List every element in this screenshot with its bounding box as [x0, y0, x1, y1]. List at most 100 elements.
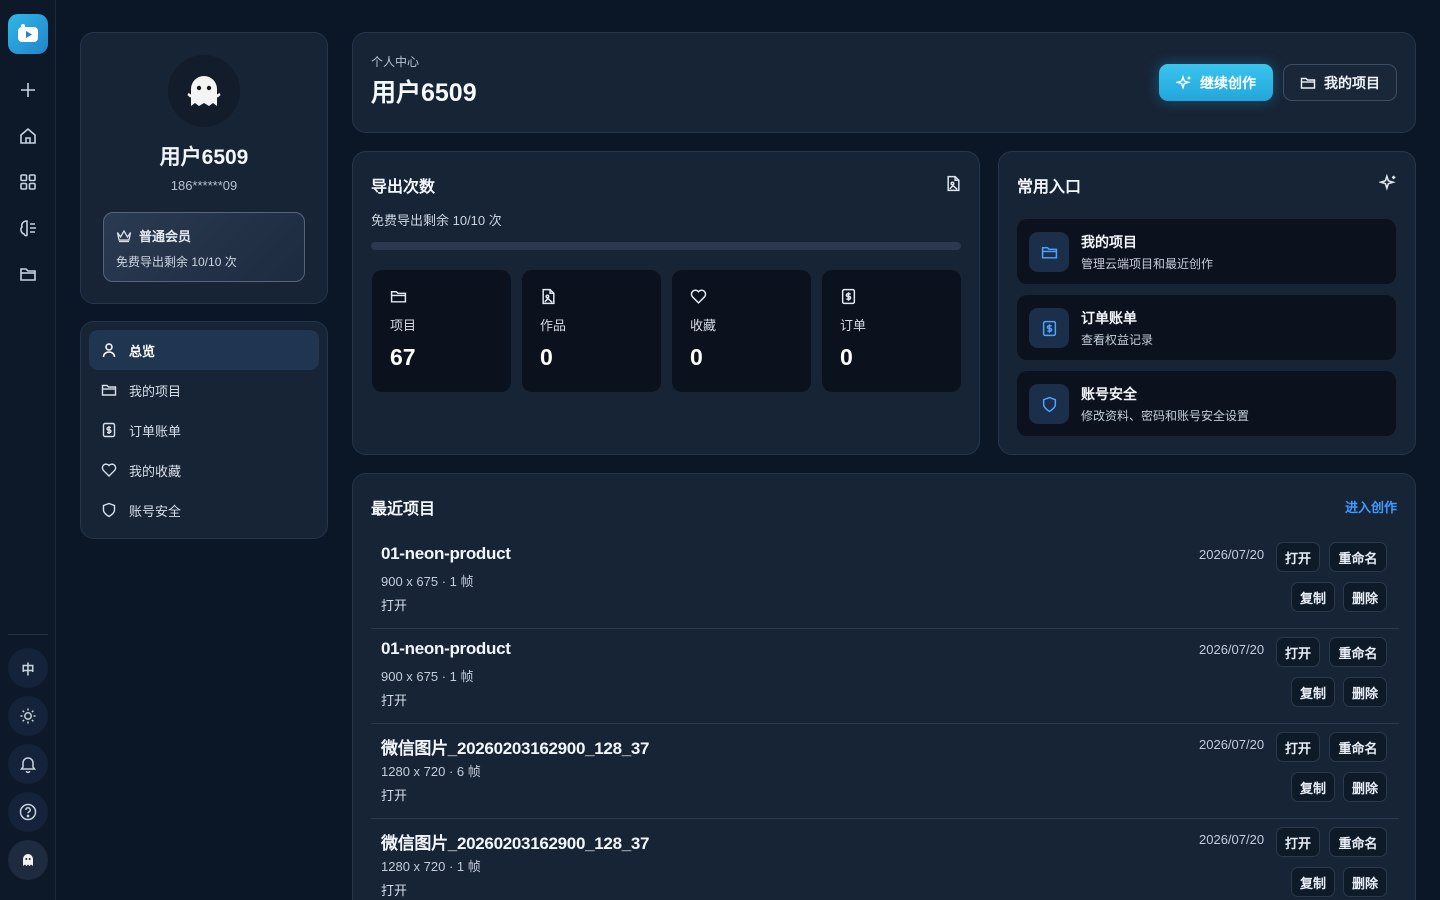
- app-logo-icon[interactable]: [8, 14, 48, 54]
- table-row[interactable]: 01-neon-product 900 x 675 · 1 帧 打开 2026/…: [371, 629, 1399, 724]
- sidebar-item-security[interactable]: 账号安全: [89, 490, 319, 530]
- rename-button[interactable]: 重命名: [1329, 542, 1387, 572]
- user-icon: [102, 343, 116, 358]
- heart-icon: [690, 289, 707, 304]
- quick-item-security[interactable]: 账号安全 修改资料、密码和账号安全设置: [1017, 371, 1396, 436]
- quick-item-orders[interactable]: 订单账单 查看权益记录: [1017, 295, 1396, 360]
- project-open-text[interactable]: 打开: [381, 595, 407, 614]
- image-file-icon: [542, 288, 555, 305]
- sidebar-item-label: 我的收藏: [129, 463, 182, 479]
- my-projects-button[interactable]: 我的项目: [1283, 64, 1397, 101]
- continue-creating-button[interactable]: 继续创作: [1159, 64, 1273, 101]
- receipt-icon: [102, 422, 116, 438]
- folder-icon[interactable]: [14, 260, 42, 288]
- copy-button[interactable]: 复制: [1291, 582, 1335, 612]
- stat-works[interactable]: 作品 0: [522, 270, 661, 392]
- sidebar-item-label: 账号安全: [129, 503, 182, 519]
- stat-projects[interactable]: 项目 67: [372, 270, 511, 392]
- continue-creating-label: 继续创作: [1200, 74, 1256, 91]
- ghost-avatar-icon: [187, 76, 221, 106]
- sidebar-item-overview[interactable]: 总览: [89, 330, 319, 370]
- table-row[interactable]: 01-neon-product 900 x 675 · 1 帧 打开 2026/…: [371, 534, 1399, 629]
- enter-creation-link[interactable]: 进入创作: [1345, 497, 1397, 516]
- membership-badge[interactable]: 普通会员 免费导出剩余 10/10 次: [103, 212, 305, 282]
- help-button[interactable]: [8, 792, 48, 832]
- stat-label: 项目: [390, 318, 417, 333]
- sidebar-item-projects[interactable]: 我的项目: [89, 370, 319, 410]
- open-button[interactable]: 打开: [1276, 827, 1320, 857]
- rename-button[interactable]: 重命名: [1329, 732, 1387, 762]
- page-header: 个人中心 用户6509 继续创作 我的项目: [352, 32, 1416, 133]
- project-date: 2026/07/20: [1199, 642, 1265, 657]
- profile-phone: 186******09: [170, 178, 238, 193]
- delete-button[interactable]: 删除: [1343, 582, 1387, 612]
- quick-item-subtitle: 查看权益记录: [1081, 333, 1154, 347]
- grid-icon[interactable]: [14, 168, 42, 196]
- user-avatar-button[interactable]: [8, 840, 48, 880]
- export-card-title: 导出次数: [371, 179, 436, 196]
- stat-orders[interactable]: 订单 0: [822, 270, 961, 392]
- delete-button[interactable]: 删除: [1343, 677, 1387, 707]
- crown-icon: [116, 229, 132, 242]
- stat-label: 作品: [540, 318, 567, 333]
- table-row[interactable]: 微信图片_20260203162900_128_37 1280 x 720 · …: [371, 819, 1399, 900]
- sidebar-menu: 总览 我的项目 订单账单 我的收藏 账号安全: [80, 321, 328, 539]
- brain-icon[interactable]: [14, 214, 42, 242]
- bell-icon: [20, 757, 36, 773]
- profile-card: 用户6509 186******09 普通会员 免费导出剩余 10/10 次: [80, 32, 328, 304]
- project-name: 01-neon-product: [381, 639, 511, 658]
- sidebar-item-label: 我的项目: [129, 383, 182, 399]
- receipt-icon: [841, 288, 856, 305]
- project-open-text[interactable]: 打开: [381, 785, 407, 804]
- receipt-icon: [1029, 308, 1069, 348]
- sidebar-item-orders[interactable]: 订单账单: [89, 410, 319, 450]
- project-date: 2026/07/20: [1199, 737, 1265, 752]
- open-button[interactable]: 打开: [1276, 542, 1320, 572]
- language-button[interactable]: 中: [8, 648, 48, 688]
- copy-button[interactable]: 复制: [1291, 772, 1335, 802]
- rail-divider: [8, 634, 48, 635]
- shield-icon: [102, 502, 116, 518]
- copy-button[interactable]: 复制: [1291, 867, 1335, 897]
- quick-card-title: 常用入口: [1017, 179, 1082, 196]
- theme-toggle-button[interactable]: [8, 696, 48, 736]
- export-progress-bar: [371, 242, 961, 250]
- stat-favorites[interactable]: 收藏 0: [672, 270, 811, 392]
- plus-icon[interactable]: [14, 76, 42, 104]
- language-label: 中: [21, 661, 35, 677]
- quick-item-projects[interactable]: 我的项目 管理云端项目和最近创作: [1017, 219, 1396, 284]
- avatar[interactable]: [168, 55, 240, 127]
- delete-button[interactable]: 删除: [1343, 867, 1387, 897]
- sparkle-icon[interactable]: [1377, 172, 1399, 194]
- quick-item-title: 我的项目: [1081, 234, 1137, 250]
- membership-title-row: 普通会员: [116, 226, 191, 245]
- stat-value: 0: [840, 344, 853, 370]
- rename-button[interactable]: 重命名: [1329, 637, 1387, 667]
- project-meta: 1280 x 720 · 6 帧: [381, 764, 481, 779]
- delete-button[interactable]: 删除: [1343, 772, 1387, 802]
- recent-projects-card: 最近项目 进入创作 01-neon-product 900 x 675 · 1 …: [352, 473, 1416, 900]
- sidebar-item-favorites[interactable]: 我的收藏: [89, 450, 319, 490]
- project-open-text[interactable]: 打开: [381, 880, 407, 899]
- open-button[interactable]: 打开: [1276, 637, 1320, 667]
- folder-icon: [1029, 232, 1069, 272]
- quick-entries-card: 常用入口 我的项目 管理云端项目和最近创作 订单账单 查看权益记录 账号安全 修…: [998, 151, 1416, 455]
- project-open-text[interactable]: 打开: [381, 690, 407, 709]
- project-date: 2026/07/20: [1199, 547, 1265, 562]
- recent-card-title: 最近项目: [371, 501, 436, 518]
- membership-subtitle: 免费导出剩余 10/10 次: [116, 255, 237, 269]
- rename-button[interactable]: 重命名: [1329, 827, 1387, 857]
- open-button[interactable]: 打开: [1276, 732, 1320, 762]
- copy-button[interactable]: 复制: [1291, 677, 1335, 707]
- membership-title: 普通会员: [139, 229, 192, 244]
- table-row[interactable]: 微信图片_20260203162900_128_37 1280 x 720 · …: [371, 724, 1399, 819]
- image-file-icon[interactable]: [942, 172, 964, 194]
- project-meta: 900 x 675 · 1 帧: [381, 574, 474, 589]
- project-name: 01-neon-product: [381, 544, 511, 563]
- notifications-button[interactable]: [8, 744, 48, 784]
- sun-icon: [20, 708, 36, 724]
- my-projects-label: 我的项目: [1324, 74, 1380, 91]
- sidebar-item-label: 总览: [129, 343, 156, 359]
- home-icon[interactable]: [14, 122, 42, 150]
- left-rail: 中: [0, 0, 56, 900]
